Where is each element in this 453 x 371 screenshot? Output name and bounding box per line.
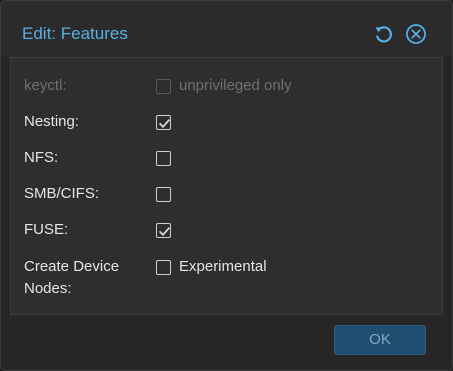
dialog-title: Edit: Features [22,24,128,43]
nfs-checkbox[interactable] [156,151,171,166]
dialog-header: Edit: Features [1,1,452,57]
label-line-2: Nodes: [24,280,72,297]
keyctl-box-label: unprivileged only [179,77,292,94]
checkmark-icon [158,119,171,129]
edit-features-dialog: Edit: Features keyctl: unprivileged only… [0,0,453,371]
checkmark-icon [158,227,171,237]
label-line-1: Create Device [24,258,120,275]
nesting-checkbox[interactable] [156,115,171,130]
nfs-label: NFS: [24,149,59,166]
features-form: keyctl: unprivileged only Nesting: NFS: … [10,57,443,315]
smb-cifs-label: SMB/CIFS: [24,185,100,202]
create-device-nodes-checkbox[interactable] [156,260,171,275]
keyctl-checkbox [156,79,171,94]
experimental-label: Experimental [179,258,267,275]
fuse-label: FUSE: [24,221,69,238]
ok-button[interactable]: OK [334,325,426,355]
fuse-checkbox[interactable] [156,223,171,238]
reset-icon[interactable] [372,23,394,45]
create-device-nodes-label: Create Device Nodes: [24,256,119,300]
smb-cifs-checkbox[interactable] [156,187,171,202]
keyctl-label: keyctl: [24,77,67,94]
dialog-footer: OK [1,315,452,370]
nesting-label: Nesting: [24,113,80,130]
close-icon[interactable] [405,23,427,45]
